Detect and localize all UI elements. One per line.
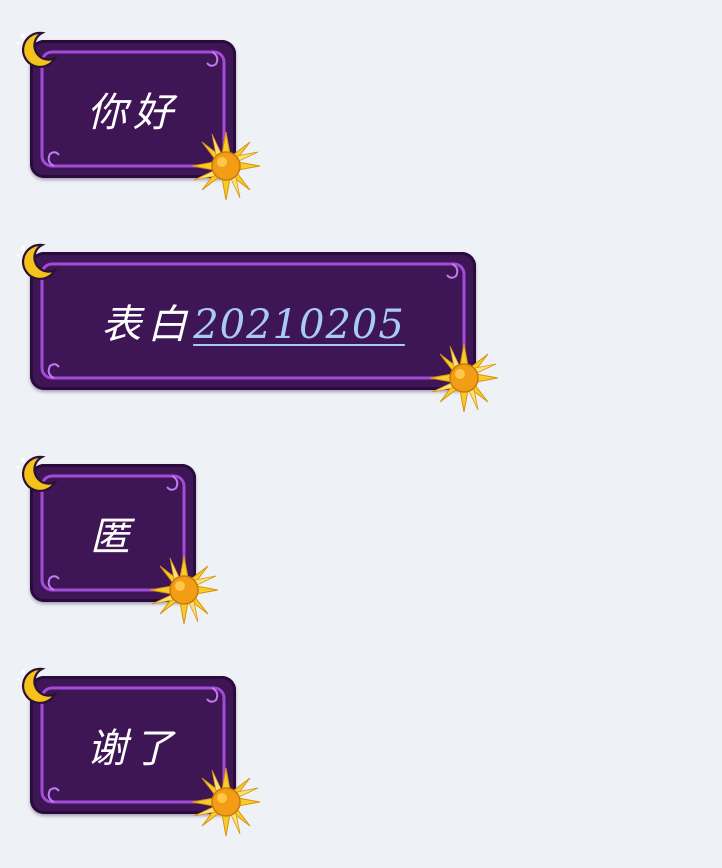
message-text: 表白20210205 <box>30 292 476 350</box>
message-2: 表白20210205 <box>30 252 476 390</box>
message-text-content: 谢了 <box>87 726 179 772</box>
sun-icon <box>190 766 262 838</box>
message-text-content: 匿 <box>90 514 136 560</box>
crescent-moon-icon <box>14 452 60 498</box>
message-text-content: 表白 <box>101 302 194 348</box>
sun-icon <box>190 130 262 202</box>
message-bubble[interactable]: 谢了 <box>30 676 236 814</box>
message-3: 匿 <box>30 464 196 602</box>
crescent-moon-icon <box>14 240 60 286</box>
date-link[interactable]: 20210205 <box>193 302 405 348</box>
sun-icon <box>148 554 220 626</box>
message-text-content: 你好 <box>87 90 179 136</box>
message-bubble[interactable]: 表白20210205 <box>30 252 476 390</box>
message-1: 你好 <box>30 40 236 178</box>
sun-icon <box>428 342 500 414</box>
crescent-moon-icon <box>14 28 60 74</box>
crescent-moon-icon <box>14 664 60 710</box>
message-bubble[interactable]: 匿 <box>30 464 196 602</box>
message-4: 谢了 <box>30 676 236 814</box>
message-bubble[interactable]: 你好 <box>30 40 236 178</box>
